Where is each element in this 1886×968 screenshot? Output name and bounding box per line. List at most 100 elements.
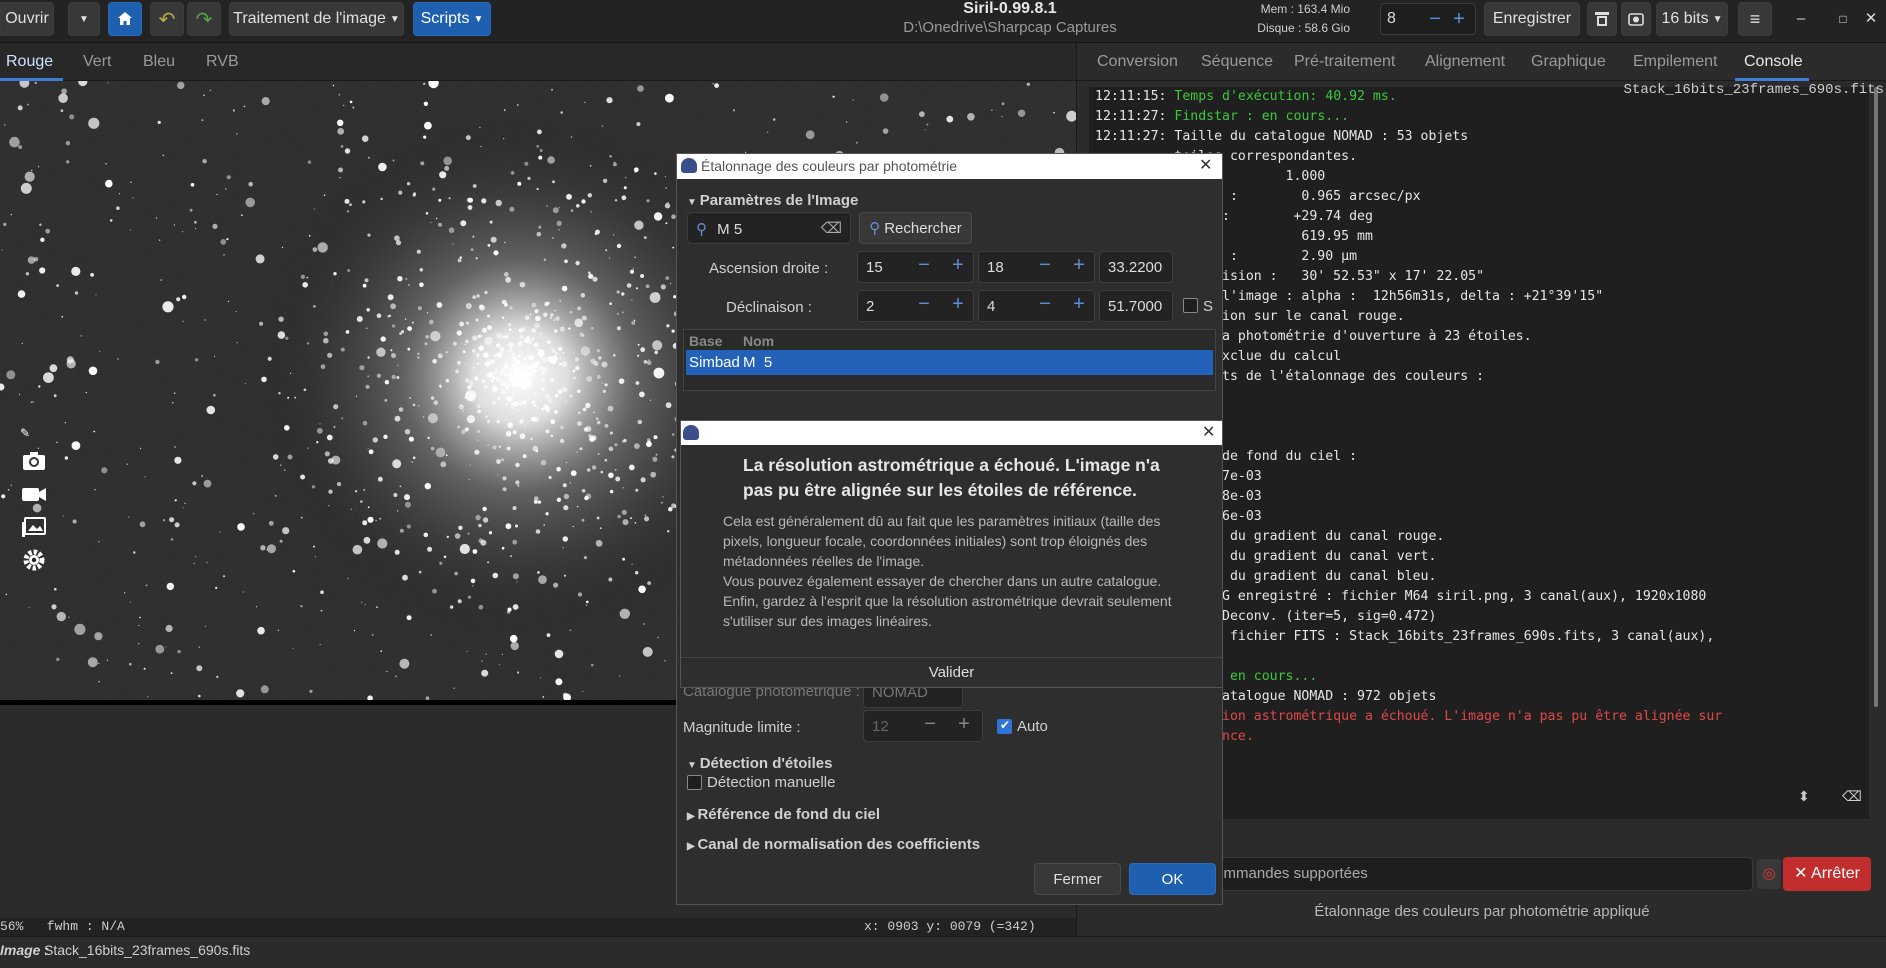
plus-icon[interactable]: +: [946, 254, 970, 277]
gear-icon[interactable]: [20, 546, 50, 576]
console-scrollbar[interactable]: [1874, 87, 1878, 817]
siril-window: Ouvrir ▼ ↶ ↷ Traitement de l'image ▼ Scri…: [0, 0, 1886, 968]
bit-depth-label: 16 bits: [1661, 10, 1709, 27]
tab-stacking[interactable]: Empilement: [1633, 53, 1717, 71]
section-image-params[interactable]: ▼ Paramètres de l'Image: [687, 192, 858, 209]
magnitude-stepper[interactable]: 12 − +: [863, 710, 983, 742]
error-body-paragraph-2: Vous pouvez également essayer de cherche…: [723, 573, 1162, 589]
tab-plot[interactable]: Graphique: [1531, 53, 1606, 71]
notebook-tabs: Conversion Séquence Pré-traitement Align…: [1077, 43, 1886, 81]
home-button[interactable]: [108, 2, 142, 36]
section-sky-background[interactable]: ▶ Référence de fond du ciel: [687, 806, 880, 823]
scripts-menu[interactable]: Scripts ▼: [413, 2, 491, 36]
image-value: Stack_16bits_23frames_690s.fits: [44, 942, 251, 958]
magnitude-value[interactable]: 12: [872, 718, 889, 735]
clear-log-icon[interactable]: ⌫: [1842, 788, 1862, 805]
ra-hours-stepper[interactable]: 15 − +: [857, 251, 974, 283]
snapshot-button[interactable]: [1621, 2, 1651, 36]
zoom-fwhm-status: 56% fwhm : N/A: [0, 919, 125, 934]
minus-icon[interactable]: −: [1033, 254, 1057, 277]
ra-minutes-value[interactable]: 18: [987, 259, 1004, 276]
tab-console[interactable]: Console: [1744, 53, 1803, 71]
undo-button[interactable]: ↶: [150, 2, 184, 36]
object-search-input[interactable]: ⚲ M 5 ⌫: [687, 212, 851, 244]
clear-text-icon[interactable]: ⌫: [821, 219, 842, 237]
siril-logo-icon: [681, 158, 697, 173]
minus-icon[interactable]: −: [918, 713, 942, 736]
minus-icon[interactable]: −: [912, 254, 936, 277]
search-icon: ⚲: [869, 220, 881, 237]
tab-sequence[interactable]: Séquence: [1201, 53, 1273, 71]
dec-minutes-value[interactable]: 4: [987, 298, 995, 315]
tab-conversion[interactable]: Conversion: [1097, 53, 1178, 71]
dec-degrees-stepper[interactable]: 2 − +: [857, 290, 974, 322]
plus-icon[interactable]: +: [1067, 293, 1091, 316]
minus-icon[interactable]: −: [1033, 293, 1057, 316]
pin-icon[interactable]: ✎: [20, 426, 50, 444]
tab-pre-processing[interactable]: Pré-traitement: [1294, 53, 1395, 71]
dec-minutes-stepper[interactable]: 4 − +: [978, 290, 1095, 322]
section-normalization[interactable]: ▶ Canal de normalisation des coefficient…: [687, 836, 980, 853]
search-button[interactable]: ⚲ Rechercher: [859, 212, 972, 244]
south-checkbox[interactable]: [1183, 298, 1198, 313]
ra-minutes-stepper[interactable]: 18 − +: [978, 251, 1095, 283]
close-dialog-button[interactable]: Fermer: [1034, 863, 1121, 895]
column-header-base[interactable]: Base: [689, 333, 722, 349]
manual-detection-checkbox[interactable]: [687, 775, 702, 790]
auto-checkbox[interactable]: ✔: [997, 718, 1012, 734]
close-icon[interactable]: ✕: [1202, 422, 1215, 442]
image-label: Image :: [0, 942, 50, 958]
maximize-button[interactable]: □: [1828, 6, 1858, 32]
image-processing-menu[interactable]: Traitement de l'image ▼: [229, 2, 404, 36]
stop-button[interactable]: ✕ Arrêter: [1783, 857, 1871, 891]
memory-usage: Mem : 163.4 Mio: [1260, 2, 1350, 16]
tab-vert[interactable]: Vert: [83, 53, 111, 71]
minus-icon[interactable]: −: [912, 293, 936, 316]
plus-icon[interactable]: +: [952, 713, 976, 736]
dec-seconds-field[interactable]: 51.7000: [1099, 290, 1173, 322]
ok-button[interactable]: OK: [1129, 863, 1216, 895]
minus-icon[interactable]: −: [1423, 6, 1447, 32]
scrollbar-thumb[interactable]: [1874, 87, 1878, 707]
tab-rouge[interactable]: Rouge: [6, 53, 53, 71]
validate-button[interactable]: Valider: [681, 657, 1222, 687]
ra-seconds-field[interactable]: 33.2200: [1099, 251, 1173, 283]
photometry-button[interactable]: [1587, 2, 1617, 36]
help-button[interactable]: ◎: [1757, 859, 1781, 889]
plus-icon[interactable]: +: [1447, 6, 1471, 32]
main-menu-button[interactable]: ≡: [1738, 2, 1772, 36]
expander-right-icon: ▶: [687, 841, 698, 852]
tab-registration[interactable]: Alignement: [1425, 53, 1505, 71]
image-filename-overlay: Stack_16bits_23frames_690s.fits: [1623, 82, 1884, 98]
section-star-detection[interactable]: ▼ Détection d'étoiles: [687, 755, 832, 772]
minimize-icon: –: [1796, 10, 1806, 27]
status-message: Étalonnage des couleurs par photométrie …: [1314, 903, 1650, 920]
dec-degrees-value[interactable]: 2: [866, 298, 874, 315]
camera-icon[interactable]: [20, 447, 50, 477]
threads-input[interactable]: [1387, 10, 1417, 28]
bit-depth-menu[interactable]: 16 bits ▼: [1656, 2, 1728, 36]
home-icon: [118, 12, 132, 25]
open-button[interactable]: Ouvrir: [0, 2, 54, 36]
error-body: Cela est généralement dû au fait que les…: [723, 511, 1193, 631]
gallery-icon[interactable]: [20, 513, 50, 543]
close-icon[interactable]: ✕: [1199, 155, 1212, 175]
tab-rvb[interactable]: RVB: [206, 53, 239, 71]
section-title: Détection d'étoiles: [699, 755, 833, 772]
ra-hours-value[interactable]: 15: [866, 259, 883, 276]
threads-stepper[interactable]: − +: [1380, 3, 1476, 35]
plate-solve-error-dialog: ✕ La résolution astrométrique a échoué. …: [680, 420, 1223, 688]
redo-button[interactable]: ↷: [187, 2, 221, 36]
column-header-name[interactable]: Nom: [743, 333, 774, 349]
plus-icon[interactable]: +: [1067, 254, 1091, 277]
save-button[interactable]: Enregistrer: [1484, 2, 1580, 36]
error-body-paragraph-3: Enfin, gardez à l'esprit que la résoluti…: [723, 593, 1172, 629]
minimize-button[interactable]: –: [1786, 6, 1816, 32]
tab-bleu[interactable]: Bleu: [143, 53, 175, 71]
close-window-button[interactable]: ✕: [1856, 6, 1886, 32]
plus-icon[interactable]: +: [946, 293, 970, 316]
recent-dropdown-button[interactable]: ▼: [68, 2, 100, 36]
save-log-icon[interactable]: ⬍: [1798, 788, 1810, 805]
table-row[interactable]: Simbad M 5: [686, 350, 1213, 375]
video-icon[interactable]: [20, 480, 50, 510]
